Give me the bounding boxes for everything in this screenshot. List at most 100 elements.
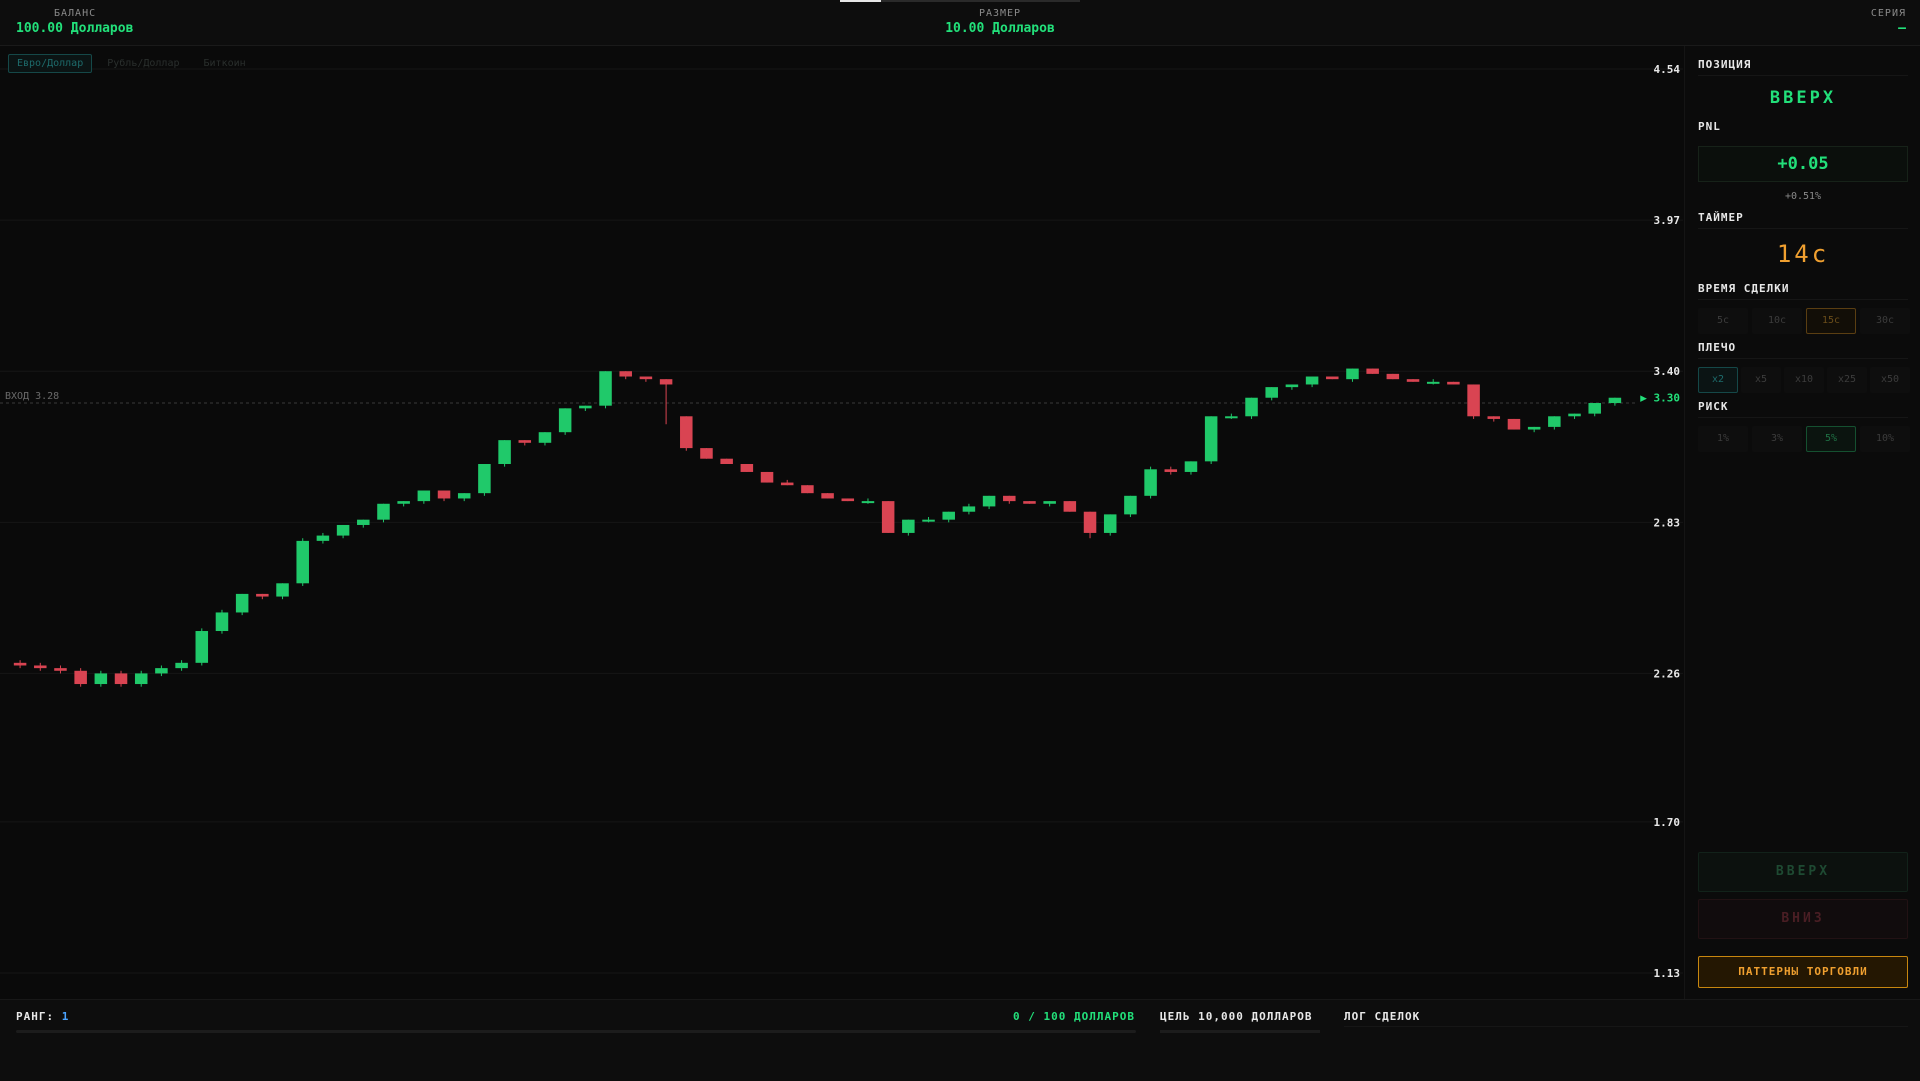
rank: РАНГ: 1 xyxy=(16,1010,69,1023)
risk-option-10[interactable]: 10% xyxy=(1860,426,1910,452)
candle-down xyxy=(34,665,47,669)
duration-option-5s[interactable]: 5с xyxy=(1698,308,1748,334)
leverage-label: ПЛЕЧО xyxy=(1698,341,1737,354)
asset-tab-bitcoin[interactable]: Биткоин xyxy=(194,54,254,73)
duration-option-15s[interactable]: 15с xyxy=(1806,308,1856,334)
candle-up xyxy=(94,673,108,685)
candle-up xyxy=(942,511,955,520)
candle-up xyxy=(1568,413,1581,417)
asset-tab-eurusd[interactable]: Евро/Доллар xyxy=(8,54,93,73)
risk-option-5[interactable]: 5% xyxy=(1806,426,1856,452)
candle-down xyxy=(1386,373,1400,380)
duration-option-10s[interactable]: 10с xyxy=(1752,308,1802,334)
candle-down xyxy=(760,471,774,483)
candle-down xyxy=(114,673,128,685)
candle-down xyxy=(720,458,733,465)
y-tick-label: 2.26 xyxy=(1654,667,1681,680)
candle-up xyxy=(1124,495,1137,515)
candle-up xyxy=(478,464,491,494)
pnl-value: +0.05 xyxy=(1698,146,1908,182)
series-value: — xyxy=(1898,21,1906,36)
candle-up xyxy=(922,519,935,522)
candle-down xyxy=(1003,495,1016,502)
candle-up xyxy=(1204,416,1218,462)
candle-down xyxy=(437,490,451,499)
leverage-option-x10[interactable]: x10 xyxy=(1784,367,1824,393)
current-price-label: ▶ 3.30 xyxy=(1640,392,1680,405)
up-button[interactable]: ВВЕРХ xyxy=(1698,852,1908,892)
y-tick-label: 4.54 xyxy=(1654,63,1681,76)
duration-option-30s[interactable]: 30с xyxy=(1860,308,1910,334)
candle-up xyxy=(962,506,976,512)
position-label: ПОЗИЦИЯ xyxy=(1698,58,1752,71)
divider xyxy=(1698,228,1908,229)
candle-up xyxy=(215,612,229,632)
candle-down xyxy=(1507,418,1521,430)
leverage-option-x5[interactable]: x5 xyxy=(1741,367,1781,393)
risk-option-1[interactable]: 1% xyxy=(1698,426,1748,452)
candle-up xyxy=(336,524,350,536)
candle-down xyxy=(1083,511,1097,533)
balance-stat: БАЛАНС 100.00 Долларов xyxy=(16,8,133,36)
candle-up xyxy=(457,493,471,499)
candle-up xyxy=(538,432,552,443)
candle-up xyxy=(1103,514,1117,533)
candle-up xyxy=(1305,376,1319,385)
risk-label: РИСК xyxy=(1698,400,1729,413)
candle-down xyxy=(881,501,895,533)
candle-up xyxy=(1426,381,1440,384)
candle-up xyxy=(155,668,168,674)
candle-up xyxy=(276,583,289,597)
candle-down xyxy=(1487,416,1501,419)
position-value: ВВЕРХ xyxy=(1769,88,1837,108)
candle-down xyxy=(680,416,693,449)
leverage-option-x50[interactable]: x50 xyxy=(1870,367,1910,393)
trade-log-tab[interactable]: ЛОГ СДЕЛОК xyxy=(1344,1010,1420,1023)
candle-up xyxy=(377,503,390,520)
candle-down xyxy=(659,379,673,385)
candle-down xyxy=(841,498,855,502)
candle-up xyxy=(1225,416,1238,419)
candle-down xyxy=(1164,469,1178,472)
rank-progress-bar xyxy=(16,1030,1136,1033)
candle-down xyxy=(1467,384,1480,417)
candle-down xyxy=(1366,368,1379,374)
candle-up xyxy=(1527,426,1541,430)
divider xyxy=(1344,1026,1908,1027)
duration-options: 5с 10с 15с 30с xyxy=(1698,308,1910,334)
leverage-option-x25[interactable]: x25 xyxy=(1827,367,1867,393)
timer-value: 14с xyxy=(1776,240,1830,268)
candle-up xyxy=(861,501,875,504)
down-button[interactable]: ВНИЗ xyxy=(1698,899,1908,939)
candle-up xyxy=(134,673,148,685)
candle-down xyxy=(74,670,87,685)
size-label: РАЗМЕР xyxy=(978,8,1022,19)
candle-up xyxy=(1588,403,1601,414)
candle-up xyxy=(1285,384,1299,388)
candle-up xyxy=(417,490,431,502)
chart-area[interactable]: Евро/Доллар Рубль/Доллар Биткоин 4.54 3.9… xyxy=(0,46,1683,999)
candle-up xyxy=(579,405,592,409)
asset-tabs: Евро/Доллар Рубль/Доллар Биткоин xyxy=(8,54,255,73)
risk-options: 1% 3% 5% 10% xyxy=(1698,426,1910,452)
y-tick-label: 3.40 xyxy=(1654,365,1681,378)
candle-up xyxy=(599,371,612,406)
candle-down xyxy=(1447,381,1460,385)
leverage-option-x2[interactable]: x2 xyxy=(1698,367,1738,393)
goal-underline xyxy=(1160,1030,1320,1033)
divider xyxy=(1698,358,1908,359)
trading-patterns-button[interactable]: ПАТТЕРНЫ ТОРГОВЛИ xyxy=(1698,956,1908,988)
candle-up xyxy=(1245,397,1258,417)
round-progress-fill xyxy=(840,0,881,2)
pnl-percent: +0.51% xyxy=(1784,191,1822,202)
candle-up xyxy=(1548,416,1561,427)
size-stat: РАЗМЕР 10.00 Долларов xyxy=(930,8,1070,36)
asset-tab-rubusd[interactable]: Рубль/Доллар xyxy=(98,54,188,73)
rank-progress-text: 0 / 100 ДОЛЛАРОВ xyxy=(1013,1010,1135,1023)
candle-down xyxy=(1326,376,1339,380)
candle-up xyxy=(316,535,330,541)
candle-up xyxy=(498,440,511,465)
y-tick-label: 1.13 xyxy=(1654,967,1681,980)
risk-option-3[interactable]: 3% xyxy=(1752,426,1802,452)
pnl-label: PNL xyxy=(1698,120,1721,133)
